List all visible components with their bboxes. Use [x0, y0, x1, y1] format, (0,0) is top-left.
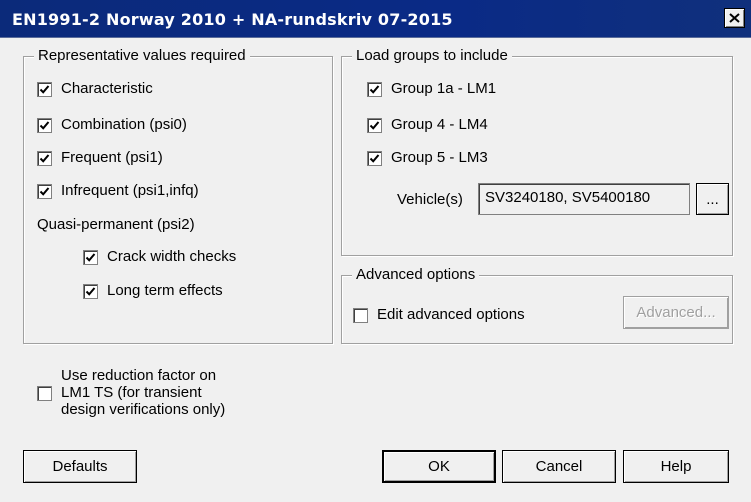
checkmark-icon [83, 283, 98, 299]
frequent-label: Frequent (psi1) [61, 149, 163, 166]
crack-width-checkbox[interactable]: Crack width checks [83, 248, 236, 266]
infrequent-label: Infrequent (psi1,infq) [61, 182, 199, 199]
group-4-label: Group 4 - LM4 [391, 116, 488, 133]
combination-label: Combination (psi0) [61, 116, 187, 133]
close-button[interactable] [724, 8, 745, 28]
group-4-checkbox[interactable]: Group 4 - LM4 [367, 116, 488, 134]
crack-width-label: Crack width checks [107, 248, 237, 265]
load-groups-legend: Load groups to include [352, 47, 512, 65]
checkbox-box [353, 307, 368, 323]
reduction-factor-checkbox[interactable] [37, 386, 61, 401]
vehicles-field[interactable]: SV3240180, SV5400180 [478, 183, 690, 215]
title-bar: EN1991-2 Norway 2010 + NA-rundskriv 07-2… [0, 0, 751, 38]
vehicles-browse-button[interactable]: ... [696, 183, 729, 215]
group-5-label: Group 5 - LM3 [391, 149, 488, 166]
checkmark-icon [367, 117, 382, 133]
edit-advanced-label: Edit advanced options [377, 306, 525, 323]
advanced-options-legend: Advanced options [352, 266, 480, 284]
long-term-label: Long term effects [107, 282, 223, 299]
edit-advanced-checkbox[interactable]: Edit advanced options [353, 306, 525, 324]
characteristic-label: Characteristic [61, 80, 153, 97]
checkmark-icon [83, 249, 98, 265]
cancel-button[interactable]: Cancel [502, 450, 616, 483]
infrequent-checkbox[interactable]: Infrequent (psi1,infq) [37, 182, 199, 200]
quasi-permanent-label: Quasi-permanent (psi2) [37, 216, 195, 233]
defaults-button[interactable]: Defaults [23, 450, 137, 483]
checkmark-icon [37, 81, 52, 97]
help-button[interactable]: Help [623, 450, 729, 483]
checkmark-icon [37, 183, 52, 199]
group-1a-checkbox[interactable]: Group 1a - LM1 [367, 80, 496, 98]
reduction-line-1: Use reduction factor on [61, 367, 217, 384]
reduction-factor-label: Use reduction factor on LM1 TS (for tran… [61, 367, 225, 418]
group-5-checkbox[interactable]: Group 5 - LM3 [367, 149, 488, 167]
reduction-line-2: LM1 TS (for transient [61, 384, 202, 401]
checkmark-icon [37, 150, 52, 166]
group-1a-label: Group 1a - LM1 [391, 80, 497, 97]
combination-checkbox[interactable]: Combination (psi0) [37, 116, 187, 134]
reduction-line-3: design verifications only) [61, 401, 226, 418]
frequent-checkbox[interactable]: Frequent (psi1) [37, 149, 163, 167]
vehicles-label: Vehicle(s) [397, 191, 463, 208]
checkmark-icon [37, 117, 52, 133]
advanced-button[interactable]: Advanced... [623, 296, 729, 329]
representative-values-group: Representative values required [23, 47, 333, 344]
representative-values-legend: Representative values required [34, 47, 250, 65]
window-title: EN1991-2 Norway 2010 + NA-rundskriv 07-2… [12, 10, 453, 29]
ok-button[interactable]: OK [382, 450, 496, 483]
long-term-checkbox[interactable]: Long term effects [83, 282, 223, 300]
checkmark-icon [367, 150, 382, 166]
checkmark-icon [367, 81, 382, 97]
close-icon [729, 13, 740, 23]
checkbox-box [37, 386, 52, 401]
characteristic-checkbox[interactable]: Characteristic [37, 80, 153, 98]
